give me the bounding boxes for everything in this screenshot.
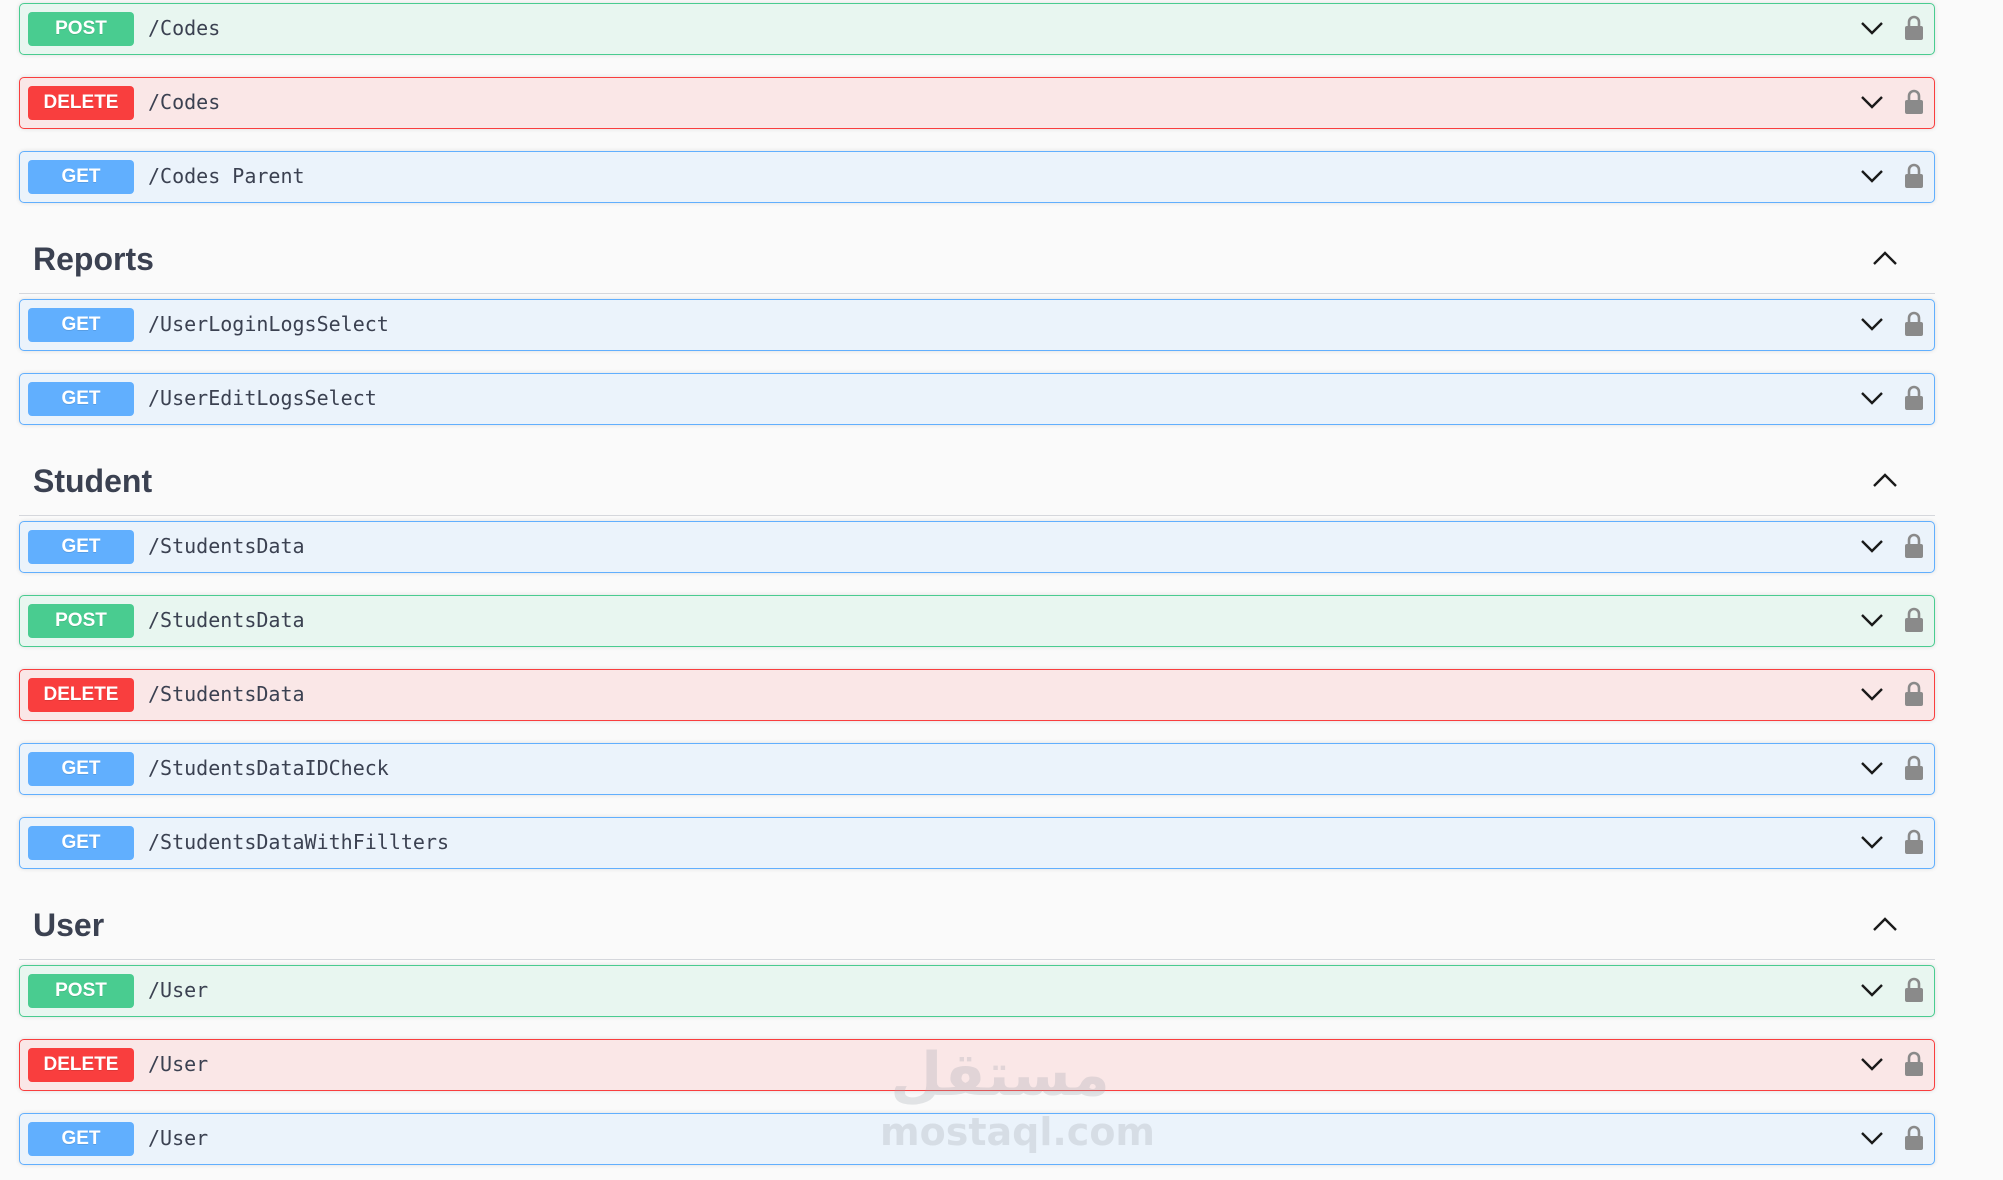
operation-get[interactable]: GET/Codes Parent xyxy=(19,151,1935,203)
operation-path: /StudentsData xyxy=(148,534,305,558)
chevron-down-icon[interactable] xyxy=(1860,832,1884,852)
method-badge: DELETE xyxy=(28,1048,134,1082)
operation-delete[interactable]: DELETE/User xyxy=(19,1039,1935,1091)
lock-icon[interactable] xyxy=(1904,311,1924,337)
chevron-down-icon[interactable] xyxy=(1860,166,1884,186)
operation-path: /User xyxy=(148,978,209,1002)
section-header-student[interactable]: Student xyxy=(19,446,1935,516)
chevron-down-icon[interactable] xyxy=(1860,980,1884,1000)
method-badge: POST xyxy=(28,12,134,46)
lock-icon[interactable] xyxy=(1904,533,1924,559)
section-title: Student xyxy=(33,463,153,499)
lock-icon[interactable] xyxy=(1904,681,1924,707)
lock-icon[interactable] xyxy=(1904,1051,1924,1077)
section-title: Reports xyxy=(33,241,154,277)
method-badge: GET xyxy=(28,530,134,564)
chevron-down-icon[interactable] xyxy=(1860,758,1884,778)
lock-icon[interactable] xyxy=(1904,977,1924,1003)
section-header-reports[interactable]: Reports xyxy=(19,224,1935,294)
operation-path: /User xyxy=(148,1126,209,1150)
method-badge: GET xyxy=(28,382,134,416)
operation-post[interactable]: POST/User xyxy=(19,965,1935,1017)
method-badge: POST xyxy=(28,974,134,1008)
chevron-up-icon[interactable] xyxy=(1871,249,1899,269)
method-badge: DELETE xyxy=(28,86,134,120)
chevron-down-icon[interactable] xyxy=(1860,388,1884,408)
section-title: User xyxy=(33,907,105,943)
lock-icon[interactable] xyxy=(1904,163,1924,189)
operation-get[interactable]: GET/UserLoginLogsSelect xyxy=(19,299,1935,351)
chevron-down-icon[interactable] xyxy=(1860,92,1884,112)
chevron-down-icon[interactable] xyxy=(1860,18,1884,38)
lock-icon[interactable] xyxy=(1904,755,1924,781)
operation-delete[interactable]: DELETE/Codes xyxy=(19,77,1935,129)
operation-path: /StudentsDataWithFillters xyxy=(148,830,450,854)
method-badge: GET xyxy=(28,826,134,860)
chevron-up-icon[interactable] xyxy=(1871,471,1899,491)
chevron-down-icon[interactable] xyxy=(1860,610,1884,630)
operation-get[interactable]: GET/StudentsDataWithFillters xyxy=(19,817,1935,869)
operation-post[interactable]: POST/Codes xyxy=(19,3,1935,55)
lock-icon[interactable] xyxy=(1904,385,1924,411)
method-badge: POST xyxy=(28,604,134,638)
chevron-down-icon[interactable] xyxy=(1860,1128,1884,1148)
operation-path: /Codes xyxy=(148,16,221,40)
operation-path: /UserLoginLogsSelect xyxy=(148,312,389,336)
lock-icon[interactable] xyxy=(1904,89,1924,115)
operation-get[interactable]: GET/StudentsDataIDCheck xyxy=(19,743,1935,795)
operation-path: /StudentsDataIDCheck xyxy=(148,756,389,780)
operation-get[interactable]: GET/User xyxy=(19,1113,1935,1165)
operation-get[interactable]: GET/StudentsData xyxy=(19,521,1935,573)
method-badge: GET xyxy=(28,308,134,342)
operation-path: /StudentsData xyxy=(148,682,305,706)
method-badge: GET xyxy=(28,160,134,194)
chevron-down-icon[interactable] xyxy=(1860,1054,1884,1074)
operation-post[interactable]: POST/StudentsData xyxy=(19,595,1935,647)
operation-path: /UserEditLogsSelect xyxy=(148,386,377,410)
chevron-down-icon[interactable] xyxy=(1860,536,1884,556)
chevron-down-icon[interactable] xyxy=(1860,684,1884,704)
lock-icon[interactable] xyxy=(1904,15,1924,41)
operation-path: /Codes Parent xyxy=(148,164,305,188)
operation-get[interactable]: GET/UserEditLogsSelect xyxy=(19,373,1935,425)
lock-icon[interactable] xyxy=(1904,607,1924,633)
operation-path: /User xyxy=(148,1052,209,1076)
lock-icon[interactable] xyxy=(1904,1125,1924,1151)
method-badge: GET xyxy=(28,752,134,786)
operation-delete[interactable]: DELETE/StudentsData xyxy=(19,669,1935,721)
lock-icon[interactable] xyxy=(1904,829,1924,855)
chevron-down-icon[interactable] xyxy=(1860,314,1884,334)
method-badge: GET xyxy=(28,1122,134,1156)
method-badge: DELETE xyxy=(28,678,134,712)
operation-path: /StudentsData xyxy=(148,608,305,632)
chevron-up-icon[interactable] xyxy=(1871,915,1899,935)
operation-path: /Codes xyxy=(148,90,221,114)
section-header-user[interactable]: User xyxy=(19,890,1935,960)
